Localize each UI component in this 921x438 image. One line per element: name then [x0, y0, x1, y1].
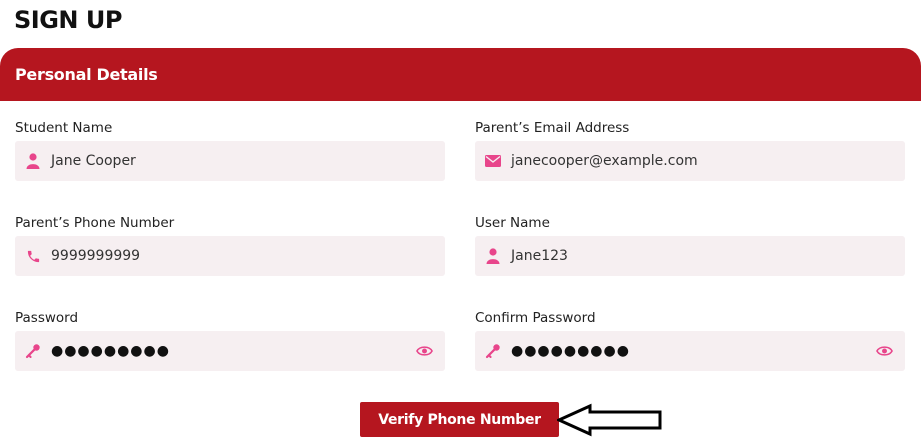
parent-email-input[interactable]: janecooper@example.com [475, 141, 905, 181]
student-name-label: Student Name [15, 120, 113, 136]
person-icon [484, 247, 502, 265]
confirm-password-value: ●●●●●●●●● [511, 343, 630, 359]
key-icon [24, 342, 42, 360]
parent-phone-label: Parent’s Phone Number [15, 215, 175, 231]
parent-email-field: Parent’s Email Address janecooper@exampl… [475, 118, 905, 181]
parent-phone-value: 9999999999 [51, 248, 141, 264]
password-value: ●●●●●●●●● [51, 343, 170, 359]
student-name-field: Student Name Jane Cooper [15, 118, 445, 181]
parent-email-value: janecooper@example.com [511, 153, 698, 169]
page-title: SIGN UP [14, 6, 122, 34]
key-icon [484, 342, 502, 360]
person-icon [24, 152, 42, 170]
eye-icon[interactable] [415, 342, 433, 360]
confirm-password-label: Confirm Password [475, 310, 596, 326]
mail-icon [484, 152, 502, 170]
parent-email-label: Parent’s Email Address [475, 120, 630, 136]
password-input[interactable]: ●●●●●●●●● [15, 331, 445, 371]
user-name-field: User Name Jane123 [475, 213, 905, 276]
password-label: Password [15, 310, 79, 326]
section-title: Personal Details [15, 65, 158, 84]
user-name-input[interactable]: Jane123 [475, 236, 905, 276]
confirm-password-input[interactable]: ●●●●●●●●● [475, 331, 905, 371]
parent-phone-input[interactable]: 9999999999 [15, 236, 445, 276]
student-name-input[interactable]: Jane Cooper [15, 141, 445, 181]
phone-icon [24, 247, 42, 265]
personal-details-header: Personal Details [0, 48, 921, 101]
eye-icon[interactable] [875, 342, 893, 360]
left-arrow-icon [557, 403, 662, 437]
password-field: Password ●●●●●●●●● [15, 308, 445, 371]
user-name-value: Jane123 [511, 248, 568, 264]
user-name-label: User Name [475, 215, 550, 231]
student-name-value: Jane Cooper [51, 153, 136, 169]
confirm-password-field: Confirm Password ●●●●●●●●● [475, 308, 905, 371]
parent-phone-field: Parent’s Phone Number 9999999999 [15, 213, 445, 276]
verify-phone-number-button[interactable]: Verify Phone Number [360, 402, 559, 437]
